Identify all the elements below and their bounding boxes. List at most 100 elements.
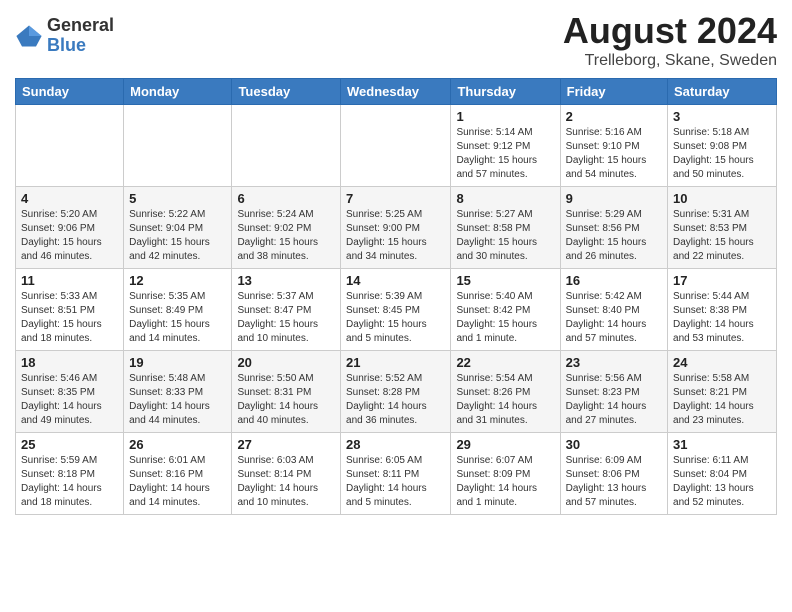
day-number: 19 bbox=[129, 355, 226, 370]
day-info: Sunrise: 5:27 AM Sunset: 8:58 PM Dayligh… bbox=[456, 208, 554, 264]
day-info: Sunrise: 6:11 AM Sunset: 8:04 PM Dayligh… bbox=[673, 454, 771, 510]
calendar-cell: 25 Sunrise: 5:59 AM Sunset: 8:18 PM Dayli… bbox=[16, 433, 124, 515]
day-info: Sunrise: 5:14 AM Sunset: 9:12 PM Dayligh… bbox=[456, 126, 554, 182]
calendar-cell: 19 Sunrise: 5:48 AM Sunset: 8:33 PM Dayli… bbox=[124, 351, 232, 433]
day-info: Sunrise: 5:37 AM Sunset: 8:47 PM Dayligh… bbox=[237, 290, 335, 346]
day-info: Sunrise: 5:22 AM Sunset: 9:04 PM Dayligh… bbox=[129, 208, 226, 264]
calendar-header-sunday: Sunday bbox=[16, 79, 124, 105]
subtitle: Trelleborg, Skane, Sweden bbox=[563, 52, 777, 70]
calendar-cell: 30 Sunrise: 6:09 AM Sunset: 8:06 PM Dayli… bbox=[560, 433, 667, 515]
calendar-cell: 21Sunrise: 5:52 AM Sunset: 8:28 PM Dayli… bbox=[341, 351, 451, 433]
logo-general: General bbox=[47, 15, 114, 35]
day-number: 3 bbox=[673, 109, 771, 124]
day-info: Sunrise: 5:46 AM Sunset: 8:35 PM Dayligh… bbox=[21, 372, 118, 428]
day-number: 26 bbox=[129, 437, 226, 452]
calendar-cell: 8 Sunrise: 5:27 AM Sunset: 8:58 PM Daylig… bbox=[451, 187, 560, 269]
day-info: Sunrise: 5:18 AM Sunset: 9:08 PM Dayligh… bbox=[673, 126, 771, 182]
calendar-cell: 1 Sunrise: 5:14 AM Sunset: 9:12 PM Daylig… bbox=[451, 105, 560, 187]
calendar-cell: 2 Sunrise: 5:16 AM Sunset: 9:10 PM Daylig… bbox=[560, 105, 667, 187]
day-number: 22 bbox=[456, 355, 554, 370]
calendar-header-monday: Monday bbox=[124, 79, 232, 105]
day-info: Sunrise: 5:42 AM Sunset: 8:40 PM Dayligh… bbox=[566, 290, 662, 346]
day-number: 30 bbox=[566, 437, 662, 452]
calendar-cell: 26 Sunrise: 6:01 AM Sunset: 8:16 PM Dayli… bbox=[124, 433, 232, 515]
day-number: 15 bbox=[456, 273, 554, 288]
day-info: Sunrise: 5:58 AM Sunset: 8:21 PM Dayligh… bbox=[673, 372, 771, 428]
day-info: Sunrise: 6:05 AM Sunset: 8:11 PM Dayligh… bbox=[346, 454, 445, 510]
calendar-cell bbox=[341, 105, 451, 187]
calendar-cell: 13 Sunrise: 5:37 AM Sunset: 8:47 PM Dayli… bbox=[232, 269, 341, 351]
day-number: 8 bbox=[456, 191, 554, 206]
calendar-cell: 15 Sunrise: 5:40 AM Sunset: 8:42 PM Dayli… bbox=[451, 269, 560, 351]
day-number: 27 bbox=[237, 437, 335, 452]
day-info: Sunrise: 5:25 AM Sunset: 9:00 PM Dayligh… bbox=[346, 208, 445, 264]
calendar-cell: 4Sunrise: 5:20 AM Sunset: 9:06 PM Daylig… bbox=[16, 187, 124, 269]
calendar-cell: 31 Sunrise: 6:11 AM Sunset: 8:04 PM Dayli… bbox=[668, 433, 777, 515]
calendar-cell: 5Sunrise: 5:22 AM Sunset: 9:04 PM Daylig… bbox=[124, 187, 232, 269]
calendar-header-friday: Friday bbox=[560, 79, 667, 105]
day-info: Sunrise: 5:54 AM Sunset: 8:26 PM Dayligh… bbox=[456, 372, 554, 428]
day-info: Sunrise: 5:35 AM Sunset: 8:49 PM Dayligh… bbox=[129, 290, 226, 346]
calendar-cell: 3 Sunrise: 5:18 AM Sunset: 9:08 PM Daylig… bbox=[668, 105, 777, 187]
calendar-cell: 7 Sunrise: 5:25 AM Sunset: 9:00 PM Daylig… bbox=[341, 187, 451, 269]
day-number: 31 bbox=[673, 437, 771, 452]
day-info: Sunrise: 6:01 AM Sunset: 8:16 PM Dayligh… bbox=[129, 454, 226, 510]
calendar-cell: 27 Sunrise: 6:03 AM Sunset: 8:14 PM Dayli… bbox=[232, 433, 341, 515]
day-number: 16 bbox=[566, 273, 662, 288]
day-number: 17 bbox=[673, 273, 771, 288]
day-number: 13 bbox=[237, 273, 335, 288]
calendar-cell: 14Sunrise: 5:39 AM Sunset: 8:45 PM Dayli… bbox=[341, 269, 451, 351]
day-info: Sunrise: 5:50 AM Sunset: 8:31 PM Dayligh… bbox=[237, 372, 335, 428]
day-info: Sunrise: 5:40 AM Sunset: 8:42 PM Dayligh… bbox=[456, 290, 554, 346]
day-number: 1 bbox=[456, 109, 554, 124]
calendar-cell: 23Sunrise: 5:56 AM Sunset: 8:23 PM Dayli… bbox=[560, 351, 667, 433]
day-number: 29 bbox=[456, 437, 554, 452]
calendar-cell bbox=[16, 105, 124, 187]
calendar-week-4: 18 Sunrise: 5:46 AM Sunset: 8:35 PM Dayli… bbox=[16, 351, 777, 433]
title-section: August 2024 Trelleborg, Skane, Sweden bbox=[563, 10, 777, 70]
day-info: Sunrise: 6:03 AM Sunset: 8:14 PM Dayligh… bbox=[237, 454, 335, 510]
day-number: 10 bbox=[673, 191, 771, 206]
day-info: Sunrise: 5:31 AM Sunset: 8:53 PM Dayligh… bbox=[673, 208, 771, 264]
calendar-cell: 18 Sunrise: 5:46 AM Sunset: 8:35 PM Dayli… bbox=[16, 351, 124, 433]
day-number: 12 bbox=[129, 273, 226, 288]
day-number: 21 bbox=[346, 355, 445, 370]
day-number: 18 bbox=[21, 355, 118, 370]
day-info: Sunrise: 5:24 AM Sunset: 9:02 PM Dayligh… bbox=[237, 208, 335, 264]
day-number: 4 bbox=[21, 191, 118, 206]
logo-blue: Blue bbox=[47, 35, 86, 55]
day-number: 7 bbox=[346, 191, 445, 206]
day-info: Sunrise: 5:48 AM Sunset: 8:33 PM Dayligh… bbox=[129, 372, 226, 428]
calendar-week-2: 4Sunrise: 5:20 AM Sunset: 9:06 PM Daylig… bbox=[16, 187, 777, 269]
day-number: 20 bbox=[237, 355, 335, 370]
calendar-cell: 6 Sunrise: 5:24 AM Sunset: 9:02 PM Daylig… bbox=[232, 187, 341, 269]
day-info: Sunrise: 6:09 AM Sunset: 8:06 PM Dayligh… bbox=[566, 454, 662, 510]
calendar-cell: 29Sunrise: 6:07 AM Sunset: 8:09 PM Dayli… bbox=[451, 433, 560, 515]
day-number: 14 bbox=[346, 273, 445, 288]
day-number: 6 bbox=[237, 191, 335, 206]
day-number: 9 bbox=[566, 191, 662, 206]
logo-text: General Blue bbox=[47, 16, 114, 56]
day-number: 2 bbox=[566, 109, 662, 124]
calendar-week-1: 1 Sunrise: 5:14 AM Sunset: 9:12 PM Daylig… bbox=[16, 105, 777, 187]
day-number: 28 bbox=[346, 437, 445, 452]
calendar-header-tuesday: Tuesday bbox=[232, 79, 341, 105]
day-number: 25 bbox=[21, 437, 118, 452]
calendar-header-saturday: Saturday bbox=[668, 79, 777, 105]
logo-icon bbox=[15, 22, 43, 50]
day-number: 24 bbox=[673, 355, 771, 370]
day-info: Sunrise: 5:59 AM Sunset: 8:18 PM Dayligh… bbox=[21, 454, 118, 510]
calendar-cell: 28 Sunrise: 6:05 AM Sunset: 8:11 PM Dayli… bbox=[341, 433, 451, 515]
page-header: General Blue August 2024 Trelleborg, Ska… bbox=[15, 10, 777, 70]
calendar-header-wednesday: Wednesday bbox=[341, 79, 451, 105]
main-title: August 2024 bbox=[563, 10, 777, 52]
calendar-cell: 20 Sunrise: 5:50 AM Sunset: 8:31 PM Dayli… bbox=[232, 351, 341, 433]
calendar-cell bbox=[124, 105, 232, 187]
calendar-week-5: 25 Sunrise: 5:59 AM Sunset: 8:18 PM Dayli… bbox=[16, 433, 777, 515]
calendar-cell: 22 Sunrise: 5:54 AM Sunset: 8:26 PM Dayli… bbox=[451, 351, 560, 433]
calendar-header-row: SundayMondayTuesdayWednesdayThursdayFrid… bbox=[16, 79, 777, 105]
day-info: Sunrise: 5:16 AM Sunset: 9:10 PM Dayligh… bbox=[566, 126, 662, 182]
calendar-cell: 12 Sunrise: 5:35 AM Sunset: 8:49 PM Dayli… bbox=[124, 269, 232, 351]
day-number: 11 bbox=[21, 273, 118, 288]
day-info: Sunrise: 5:29 AM Sunset: 8:56 PM Dayligh… bbox=[566, 208, 662, 264]
